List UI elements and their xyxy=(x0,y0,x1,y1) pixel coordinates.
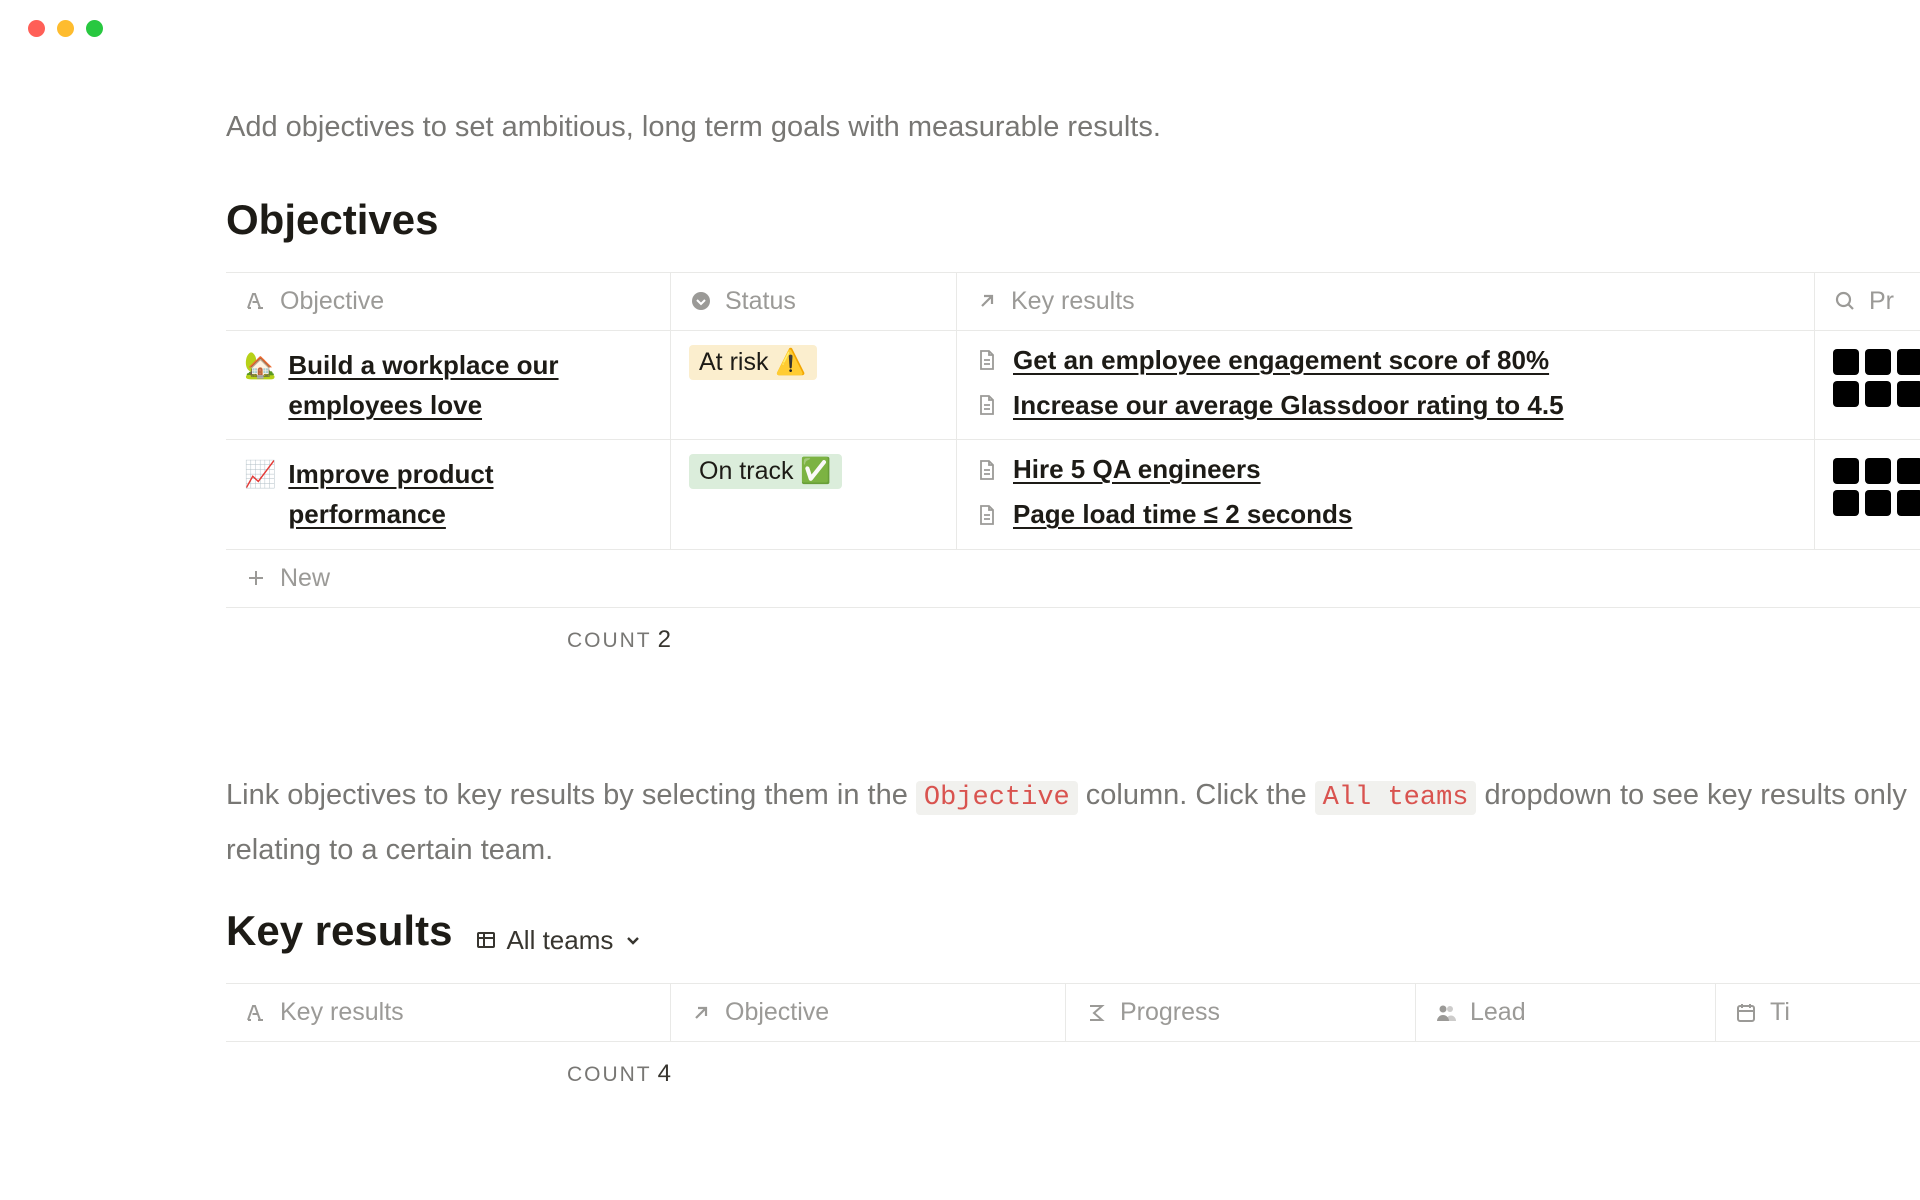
objectives-intro-text: Add objectives to set ambitious, long te… xyxy=(226,107,1920,148)
col-header-label: Objective xyxy=(725,998,829,1027)
page-icon xyxy=(975,393,999,417)
status-cell[interactable]: On track ✅ xyxy=(671,440,957,549)
status-badge: On track ✅ xyxy=(689,454,842,489)
objective-emoji-icon: 🏡 xyxy=(244,345,276,385)
objective-title: Improve product performance xyxy=(288,454,652,535)
table-row[interactable]: 📈 Improve product performance On track ✅… xyxy=(226,440,1920,550)
person-property-icon xyxy=(1434,1001,1458,1025)
page-content: Add objectives to set ambitious, long te… xyxy=(0,37,1920,1088)
objective-title: Build a workplace our employees love xyxy=(288,345,652,426)
col-header-label: Progress xyxy=(1120,998,1220,1027)
col-header-progress[interactable]: Progress xyxy=(1066,984,1416,1041)
key-result-link[interactable]: Page load time ≤ 2 seconds xyxy=(975,499,1796,530)
chevron-down-icon xyxy=(621,928,645,952)
objective-emoji-icon: 📈 xyxy=(244,454,276,494)
key-result-text: Increase our average Glassdoor rating to… xyxy=(1013,390,1564,421)
col-header-keyresults[interactable]: Key results xyxy=(957,273,1815,330)
key-result-text: Page load time ≤ 2 seconds xyxy=(1013,499,1352,530)
objectives-count: COUNT 2 xyxy=(226,608,671,654)
progress-cell xyxy=(1815,331,1920,440)
objective-cell[interactable]: 📈 Improve product performance xyxy=(226,440,671,549)
formula-property-icon xyxy=(1084,1001,1108,1025)
view-selector-dropdown[interactable]: All teams xyxy=(474,925,645,956)
intro-fragment: column. Click the xyxy=(1078,779,1315,811)
col-header-objective[interactable]: Objective xyxy=(226,273,671,330)
page-icon xyxy=(975,458,999,482)
inline-code-allteams: All teams xyxy=(1315,781,1477,815)
progress-cell xyxy=(1815,440,1920,549)
key-result-link[interactable]: Get an employee engagement score of 80% xyxy=(975,345,1796,376)
key-result-text: Get an employee engagement score of 80% xyxy=(1013,345,1549,376)
view-selector-label: All teams xyxy=(506,925,613,956)
col-header-label: Pr xyxy=(1869,287,1894,316)
intro-fragment: Link objectives to key results by select… xyxy=(226,779,916,811)
plus-icon xyxy=(244,566,268,590)
date-property-icon xyxy=(1734,1001,1758,1025)
keyresults-cell[interactable]: Hire 5 QA engineers Page load time ≤ 2 s… xyxy=(957,440,1815,549)
col-header-lead[interactable]: Lead xyxy=(1416,984,1716,1041)
col-header-label: Lead xyxy=(1470,998,1526,1027)
objective-cell[interactable]: 🏡 Build a workplace our employees love xyxy=(226,331,671,440)
count-label: COUNT xyxy=(567,1063,652,1086)
page-icon xyxy=(975,348,999,372)
relation-property-icon xyxy=(975,289,999,313)
window-controls xyxy=(0,0,1920,37)
col-header-progress[interactable]: Pr xyxy=(1815,273,1920,330)
key-result-link[interactable]: Hire 5 QA engineers xyxy=(975,454,1796,485)
col-header-label: Key results xyxy=(280,998,404,1027)
objectives-heading: Objectives xyxy=(226,196,438,244)
keyresults-header-row: Key results Objective Progress Lead xyxy=(226,984,1920,1042)
new-row-button[interactable]: New xyxy=(226,550,1920,608)
col-header-time[interactable]: Ti xyxy=(1716,984,1916,1041)
keyresults-heading: Key results xyxy=(226,907,452,955)
maximize-window-icon[interactable] xyxy=(86,20,103,37)
count-label: COUNT xyxy=(567,629,652,652)
close-window-icon[interactable] xyxy=(28,20,45,37)
col-header-label: Ti xyxy=(1770,998,1790,1027)
objectives-header-row: Objective Status Key results Pr xyxy=(226,273,1920,331)
count-value: 2 xyxy=(658,626,671,653)
keyresults-count: COUNT 4 xyxy=(226,1042,671,1088)
text-property-icon xyxy=(244,1001,268,1025)
search-icon xyxy=(1833,289,1857,313)
minimize-window-icon[interactable] xyxy=(57,20,74,37)
key-result-text: Hire 5 QA engineers xyxy=(1013,454,1261,485)
inline-code-objective: Objective xyxy=(916,781,1078,815)
table-view-icon xyxy=(474,928,498,952)
keyresults-table: Key results Objective Progress Lead xyxy=(226,983,1920,1042)
key-result-link[interactable]: Increase our average Glassdoor rating to… xyxy=(975,390,1796,421)
col-header-label: Key results xyxy=(1011,287,1135,316)
col-header-keyresults[interactable]: Key results xyxy=(226,984,671,1041)
col-header-status[interactable]: Status xyxy=(671,273,957,330)
status-badge: At risk ⚠️ xyxy=(689,345,817,380)
status-cell[interactable]: At risk ⚠️ xyxy=(671,331,957,440)
text-property-icon xyxy=(244,289,268,313)
select-property-icon xyxy=(689,289,713,313)
count-value: 4 xyxy=(658,1060,671,1087)
col-header-label: Status xyxy=(725,287,796,316)
objectives-table: Objective Status Key results Pr xyxy=(226,272,1920,608)
relation-property-icon xyxy=(689,1001,713,1025)
keyresults-intro-text: Link objectives to key results by select… xyxy=(226,769,1920,878)
col-header-label: Objective xyxy=(280,287,384,316)
col-header-objective[interactable]: Objective xyxy=(671,984,1066,1041)
keyresults-cell[interactable]: Get an employee engagement score of 80% … xyxy=(957,331,1815,440)
page-icon xyxy=(975,503,999,527)
new-row-label: New xyxy=(280,564,330,593)
table-row[interactable]: 🏡 Build a workplace our employees love A… xyxy=(226,331,1920,441)
